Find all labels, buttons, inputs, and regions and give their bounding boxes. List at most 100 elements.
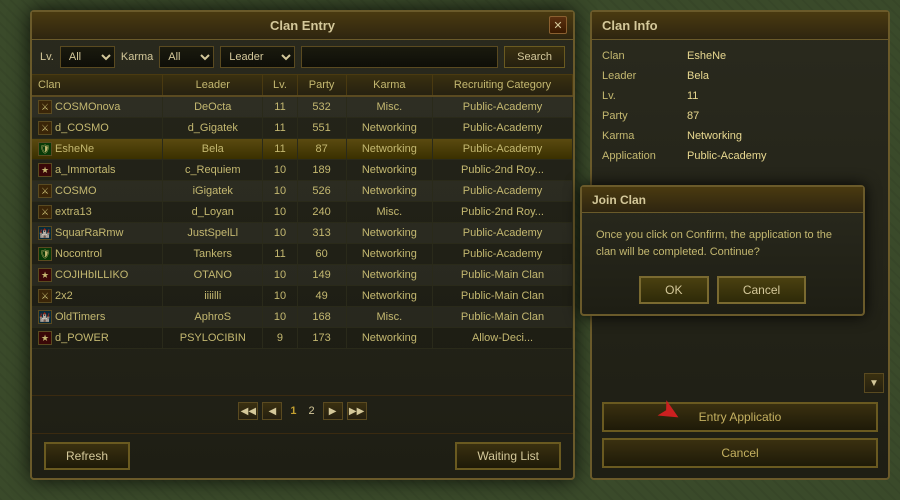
cell-party: 60 [297, 244, 346, 265]
cell-karma: Networking [346, 181, 432, 202]
info-key-leader: Leader [602, 70, 687, 82]
refresh-button[interactable]: Refresh [44, 442, 130, 470]
lv-select[interactable]: All [60, 46, 115, 68]
scroll-down-button[interactable]: ▼ [864, 373, 884, 393]
cell-party: 526 [297, 181, 346, 202]
join-title: Join Clan [592, 193, 646, 207]
table-row[interactable]: 🏰OldTimers AphroS 10 168 Misc. Public-Ma… [32, 307, 573, 328]
cell-clan: ⚔2x2 [32, 286, 163, 307]
page-first-button[interactable]: ◀◀ [238, 402, 258, 420]
cell-clan: ⚔d_COSMO [32, 118, 163, 139]
cancel-button[interactable]: Cancel [602, 438, 878, 468]
cell-party: 551 [297, 118, 346, 139]
castle-icon: 🏰 [38, 310, 52, 324]
page-2[interactable]: 2 [305, 405, 319, 417]
cell-party: 149 [297, 265, 346, 286]
cell-leader: iiiilli [163, 286, 263, 307]
info-val-leader: Bela [687, 70, 709, 82]
star-icon: ★ [38, 331, 52, 345]
waiting-list-button[interactable]: Waiting List [455, 442, 561, 470]
star-icon: ★ [38, 268, 52, 282]
karma-select[interactable]: All [159, 46, 214, 68]
pagination: ◀◀ ◀ 1 2 ▶ ▶▶ [32, 395, 573, 426]
cell-party: 173 [297, 328, 346, 349]
cell-lv: 11 [263, 139, 297, 160]
table-row[interactable]: 🛡EsheNe Bela 11 87 Networking Public-Aca… [32, 139, 573, 160]
clan-info-bottom: Entry Applicatio Cancel [592, 392, 888, 478]
lv-label: Lv. [40, 51, 54, 63]
table-row[interactable]: 🏰SquarRaRmw JustSpelLl 10 313 Networking… [32, 223, 573, 244]
page-prev-button[interactable]: ◀ [262, 402, 282, 420]
cell-category: Public-Academy [433, 181, 573, 202]
close-button[interactable]: ✕ [549, 16, 567, 34]
clan-entry-title: Clan Entry [270, 18, 335, 33]
cell-category: Public-Academy [433, 244, 573, 265]
search-input[interactable] [301, 46, 498, 68]
info-val-lv: 11 [687, 90, 698, 102]
info-key-application: Application [602, 150, 687, 162]
page-next-button[interactable]: ▶ [323, 402, 343, 420]
clan-table: Clan Leader Lv. Party Karma Recruiting C… [32, 75, 573, 349]
cell-karma: Networking [346, 244, 432, 265]
clan-info-content: Clan EsheNe Leader Bela Lv. 11 Party 87 … [592, 40, 888, 180]
cell-clan: ⚔COSMO [32, 181, 163, 202]
cell-leader: JustSpelLl [163, 223, 263, 244]
info-row-application: Application Public-Academy [602, 150, 878, 162]
cell-clan: ★d_POWER [32, 328, 163, 349]
cell-lv: 10 [263, 307, 297, 328]
cell-karma: Networking [346, 139, 432, 160]
cell-lv: 10 [263, 202, 297, 223]
page-last-button[interactable]: ▶▶ [347, 402, 367, 420]
table-row[interactable]: ⚔COSMOnova DeOcta 11 532 Misc. Public-Ac… [32, 96, 573, 118]
cell-lv: 9 [263, 328, 297, 349]
cell-leader: iGigatek [163, 181, 263, 202]
entry-application-button[interactable]: Entry Applicatio [602, 402, 878, 432]
cell-clan: ⚔COSMOnova [32, 96, 163, 118]
cell-leader: PSYLOCIBIN [163, 328, 263, 349]
cell-party: 532 [297, 96, 346, 118]
cell-party: 240 [297, 202, 346, 223]
info-key-clan: Clan [602, 50, 687, 62]
col-category: Recruiting Category [433, 75, 573, 96]
table-row[interactable]: 🛡Nocontrol Tankers 11 60 Networking Publ… [32, 244, 573, 265]
info-val-application: Public-Academy [687, 150, 766, 162]
table-row[interactable]: ⚔COSMO iGigatek 10 526 Networking Public… [32, 181, 573, 202]
cell-lv: 11 [263, 244, 297, 265]
join-ok-button[interactable]: OK [639, 276, 709, 304]
cell-party: 49 [297, 286, 346, 307]
cell-karma: Networking [346, 265, 432, 286]
table-row[interactable]: ⚔2x2 iiiilli 10 49 Networking Public-Mai… [32, 286, 573, 307]
info-val-karma: Networking [687, 130, 742, 142]
sword-icon: ⚔ [38, 121, 52, 135]
cell-leader: DeOcta [163, 96, 263, 118]
table-row[interactable]: ★d_POWER PSYLOCIBIN 9 173 Networking All… [32, 328, 573, 349]
shield-icon: 🛡 [38, 142, 52, 156]
table-row[interactable]: ⚔extra13 d_Loyan 10 240 Misc. Public-2nd… [32, 202, 573, 223]
table-row[interactable]: ⚔d_COSMO d_Gigatek 11 551 Networking Pub… [32, 118, 573, 139]
cell-leader: d_Loyan [163, 202, 263, 223]
cell-party: 313 [297, 223, 346, 244]
table-row[interactable]: ★COJIHbILLIKO OTANO 10 149 Networking Pu… [32, 265, 573, 286]
search-button[interactable]: Search [504, 46, 565, 68]
cell-category: Public-Academy [433, 118, 573, 139]
cell-clan: ★a_Immortals [32, 160, 163, 181]
col-karma: Karma [346, 75, 432, 96]
info-row-party: Party 87 [602, 110, 878, 122]
cell-party: 189 [297, 160, 346, 181]
clan-entry-bottom-bar: Refresh Waiting List [32, 433, 573, 478]
col-lv: Lv. [263, 75, 297, 96]
cell-clan: 🏰SquarRaRmw [32, 223, 163, 244]
type-select[interactable]: Leader [220, 46, 295, 68]
clan-entry-dialog: Clan Entry ✕ Lv. All Karma All Leader Se… [30, 10, 575, 480]
cell-lv: 11 [263, 96, 297, 118]
cell-leader: OTANO [163, 265, 263, 286]
join-cancel-button[interactable]: Cancel [717, 276, 806, 304]
join-text: Once you click on Confirm, the applicati… [596, 227, 849, 260]
table-row[interactable]: ★a_Immortals c_Requiem 10 189 Networking… [32, 160, 573, 181]
cell-lv: 10 [263, 265, 297, 286]
page-1[interactable]: 1 [286, 405, 300, 417]
cell-party: 168 [297, 307, 346, 328]
cell-category: Allow-Deci... [433, 328, 573, 349]
col-party: Party [297, 75, 346, 96]
star-icon: ★ [38, 163, 52, 177]
